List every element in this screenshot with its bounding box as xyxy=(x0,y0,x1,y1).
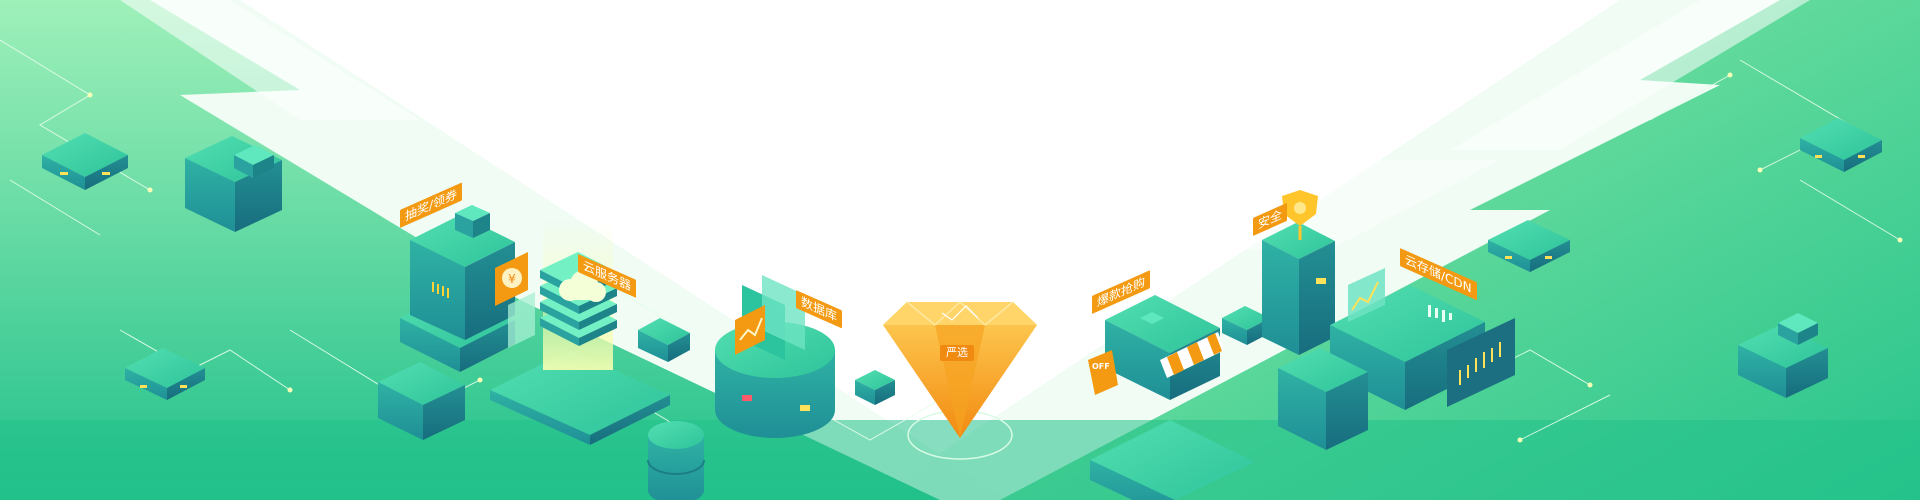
security-tower xyxy=(1262,222,1335,355)
off-badge-text: OFF xyxy=(1092,362,1110,371)
svg-text:¥: ¥ xyxy=(508,272,516,286)
promo-banner: ¥ 抽奖/领券 云服务器 数据库 严选 爆款抢购 安全 云存储/CDN OFF xyxy=(0,0,1920,500)
small-barrel xyxy=(647,421,705,500)
featured-label[interactable]: 严选 xyxy=(940,345,974,361)
isometric-city-illustration: ¥ xyxy=(0,0,1920,500)
